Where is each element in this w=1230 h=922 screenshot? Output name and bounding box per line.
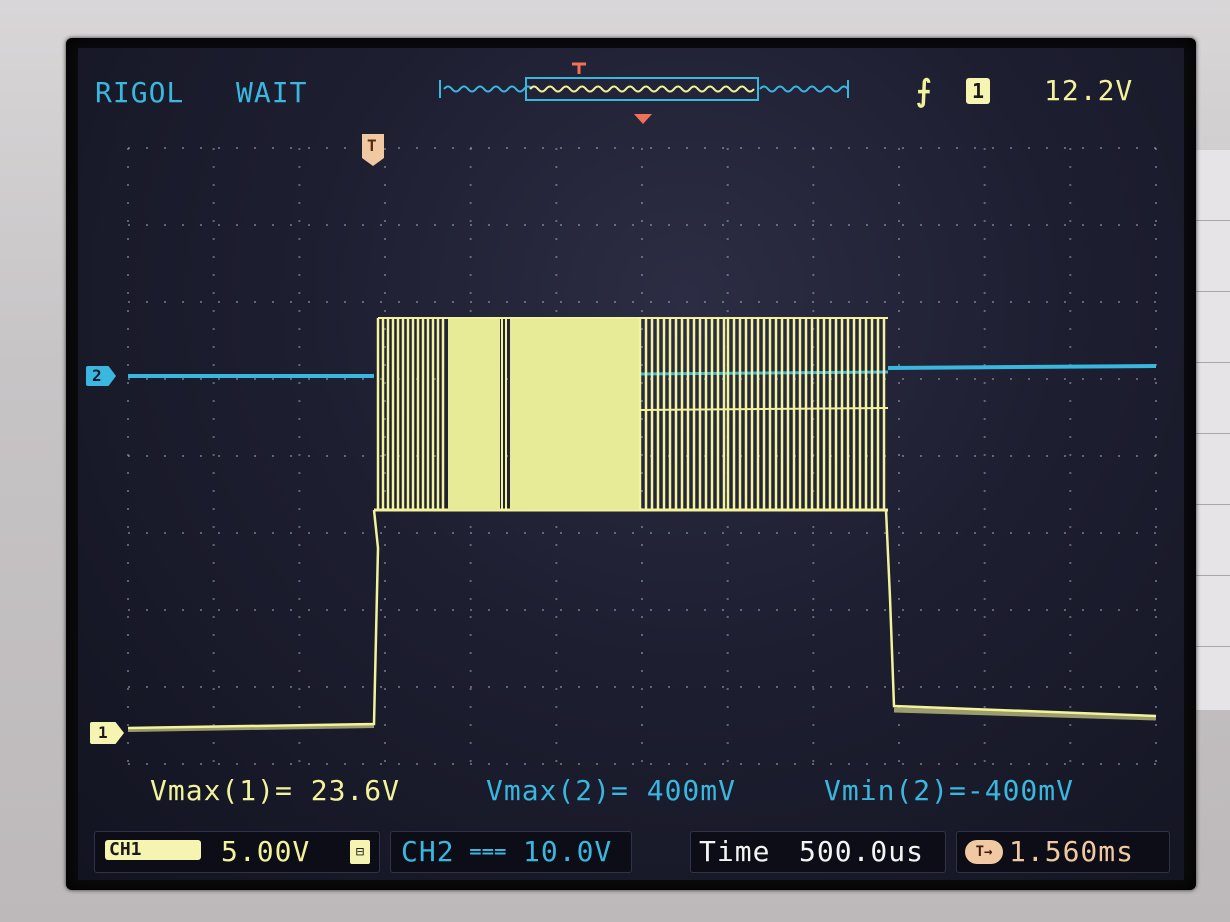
ch2-trace	[128, 364, 1157, 378]
ch1-scale: 5.00V	[221, 835, 311, 868]
softkey-5[interactable]	[1194, 434, 1230, 505]
ch1-status-panel[interactable]: CH1 5.00V ⊟	[94, 831, 380, 873]
time-scale: 500.0us	[799, 835, 925, 868]
trigger-offset-icon: T→	[965, 840, 1003, 864]
softkey-7[interactable]	[1194, 576, 1230, 647]
measurement-vmin-ch2: Vmin(2)=-400mV	[824, 774, 1075, 807]
softkey-1[interactable]	[1194, 150, 1230, 221]
ch2-label: CH2	[401, 835, 455, 868]
measurement-vmax-ch1: Vmax(1)= 23.6V	[150, 774, 401, 807]
waveform-display	[127, 62, 1157, 765]
trigger-offset: 1.560ms	[1009, 835, 1135, 868]
trigger-level: 12.2V	[1044, 74, 1134, 107]
oscilloscope-screen: RIGOL WAIT T 2 1 ⨍ 1 12.2V Vmax(1)= 23.6…	[78, 48, 1184, 880]
rising-edge-icon: ⨍	[916, 74, 933, 109]
graticule	[127, 147, 1157, 765]
ch2-scale: 10.0V	[523, 835, 613, 868]
side-softkeys[interactable]	[1193, 150, 1230, 710]
trigger-marker-label: T	[367, 136, 378, 155]
time-label: Time	[699, 835, 771, 868]
timebase-panel[interactable]: Time 500.0us	[690, 831, 946, 873]
trigger-position-arrow	[634, 114, 652, 124]
softkey-2[interactable]	[1194, 221, 1230, 292]
ch1-label: CH1	[105, 840, 201, 860]
softkey-3[interactable]	[1194, 292, 1230, 363]
softkey-6[interactable]	[1194, 505, 1230, 576]
trigger-source-badge: 1	[966, 78, 991, 104]
top-trigger-marker	[572, 62, 586, 74]
measurement-vmax-ch2: Vmax(2)= 400mV	[486, 774, 737, 807]
dc-coupling-icon: ⩶	[469, 838, 508, 863]
ch2-status-panel[interactable]: CH2 ⩶ 10.0V	[390, 831, 632, 873]
memory-position-bar	[439, 77, 849, 124]
bandwidth-limit-icon: ⊟	[350, 840, 370, 864]
ch1-trace	[127, 317, 1157, 732]
trigger-offset-panel[interactable]: T→ 1.560ms	[956, 831, 1170, 873]
softkey-4[interactable]	[1194, 363, 1230, 434]
